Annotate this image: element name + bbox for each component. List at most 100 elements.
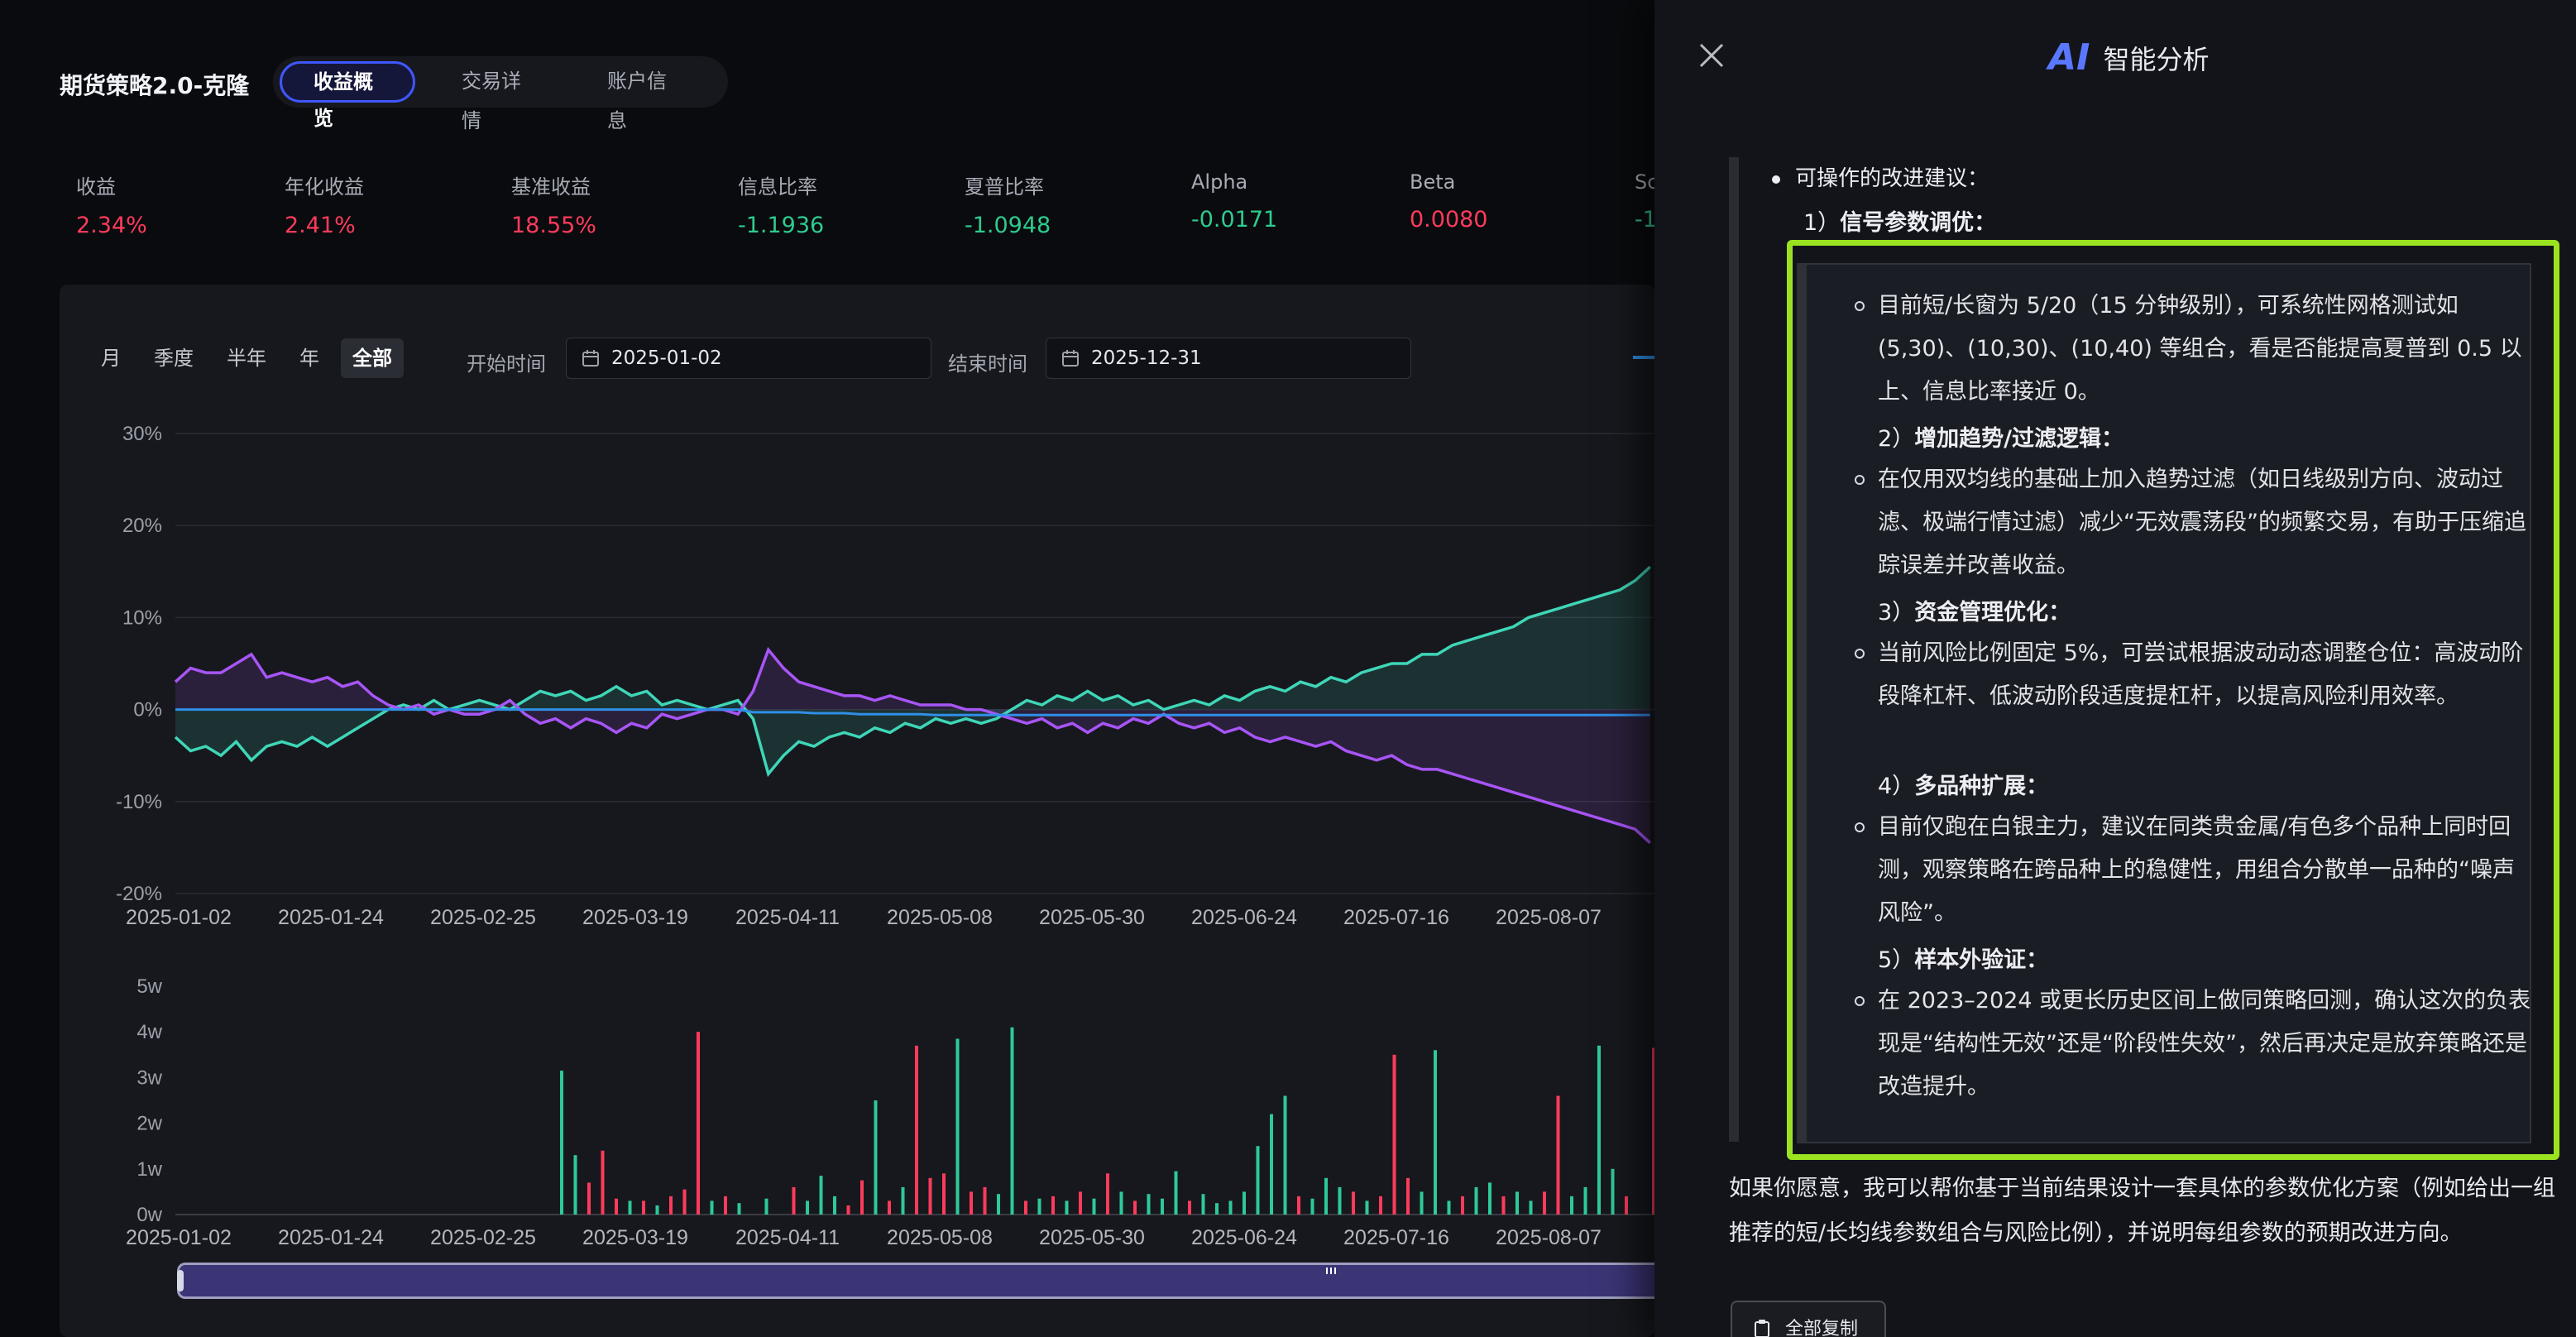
- volume-bar: [928, 1177, 932, 1215]
- improvement-bullet: 可操作的改进建议：: [1772, 161, 1989, 192]
- metric-beta: Beta 0.0080: [1410, 170, 1487, 232]
- period-quarter[interactable]: 季度: [154, 338, 194, 378]
- bullet-text: 可操作的改进建议：: [1795, 166, 1989, 191]
- volume-bar: [1488, 1182, 1491, 1215]
- data-zoom-slider[interactable]: [177, 1263, 1654, 1299]
- period-month[interactable]: 月: [101, 338, 121, 378]
- calendar-icon: [1062, 350, 1079, 367]
- volume-bar-chart: 5w 4w 3w 2w 1w 0w2025-01-02 2025-01-24 2025-02-…: [126, 975, 1654, 1249]
- x-tick-label: 2025-03-19: [582, 906, 688, 929]
- volume-bar: [983, 1186, 987, 1215]
- volume-bar: [1243, 1191, 1246, 1215]
- y-tick-label: 3w: [136, 1066, 162, 1089]
- metrics-row: 收益 2.34% 年化收益 2.41% 基准收益 18.55% 信息比率 -1.…: [76, 170, 1654, 245]
- heading-number: 1）: [1803, 210, 1841, 236]
- y-tick-label: 5w: [136, 975, 162, 998]
- volume-bar: [601, 1150, 605, 1215]
- volume-bar: [1188, 1200, 1191, 1215]
- volume-bar: [737, 1203, 741, 1215]
- suggestion-paragraph: 在 2023–2024 或更长历史区间上做同策略回测，确认这次的负表现是“结构性…: [1855, 980, 2531, 1109]
- volume-bar: [1256, 1146, 1260, 1215]
- period-all[interactable]: 全部: [341, 338, 404, 378]
- metric-value: -1.1936: [738, 213, 825, 238]
- heading-title: 增加趋势/过滤逻辑：: [1914, 426, 2124, 452]
- volume-bar: [1310, 1198, 1314, 1215]
- start-date-value: 2025-01-02: [611, 347, 722, 369]
- volume-bar: [724, 1196, 727, 1215]
- list-ring: [1855, 301, 1865, 311]
- volume-bar: [1174, 1171, 1178, 1215]
- volume-bar: [682, 1189, 687, 1215]
- volume-bar: [1447, 1200, 1451, 1215]
- period-year[interactable]: 年: [299, 338, 319, 378]
- tab-trades[interactable]: 交易详情: [430, 61, 561, 132]
- period-half-year[interactable]: 半年: [227, 338, 266, 378]
- grip-icon[interactable]: [1324, 1267, 1338, 1275]
- volume-bar: [888, 1200, 891, 1215]
- y-tick-label: 0%: [133, 699, 162, 721]
- volume-bar: [655, 1205, 659, 1215]
- zoom-handle-left[interactable]: [177, 1270, 184, 1291]
- volume-bar: [1215, 1203, 1219, 1215]
- ai-footer-text: 如果你愿意，我可以帮你基于当前结果设计一套具体的参数优化方案（例如给出一组推荐的…: [1729, 1176, 2555, 1246]
- volume-bar: [1597, 1045, 1601, 1215]
- x-tick-label: 2025-01-24: [278, 906, 384, 929]
- metric-value: -1: [1635, 207, 1654, 232]
- tab-overview[interactable]: 收益概览: [280, 61, 415, 130]
- heading-number: 4）: [1878, 774, 1915, 799]
- heading-title: 样本外验证：: [1914, 947, 2049, 973]
- volume-bar: [1037, 1198, 1041, 1215]
- x-tick-label: 2025-01-24: [278, 1226, 384, 1249]
- volume-bar: [1228, 1200, 1233, 1215]
- x-tick-label: 2025-01-02: [126, 906, 232, 929]
- metric-label: 夏普比率: [965, 175, 1044, 199]
- volume-bar: [806, 1200, 809, 1215]
- volume-bar: [1583, 1186, 1587, 1215]
- volume-bar: [1051, 1196, 1055, 1215]
- x-tick-label: 2025-05-08: [887, 906, 993, 929]
- top-bar: 期货策略2.0-克隆 收益概览 交易详情 账户信息: [0, 0, 1654, 165]
- copy-all-label: 全部复制: [1785, 1319, 1859, 1337]
- clipboard-icon: [1755, 1320, 1769, 1337]
- volume-bar: [1501, 1196, 1506, 1215]
- volume-bar: [628, 1200, 632, 1215]
- heading-title: 信号参数调优：: [1840, 210, 1997, 236]
- volume-bar: [1324, 1177, 1328, 1215]
- drawer-title: AI 智能分析: [2048, 36, 2209, 79]
- volume-bar: [1092, 1198, 1096, 1215]
- metric-label: 收益: [76, 175, 116, 199]
- suggestion-paragraph: 在仅用双均线的基础上加入趋势过滤（如日线级别方向、波动过滤、极端行情过滤）减少“…: [1855, 458, 2531, 587]
- volume-bar: [1297, 1196, 1300, 1215]
- heading-out-of-sample: 5）样本外验证：: [1878, 942, 2048, 974]
- copy-all-button[interactable]: 全部复制: [1731, 1301, 1886, 1337]
- metric-return: 收益 2.34%: [76, 170, 147, 238]
- heading-multi-instrument: 4）多品种扩展：: [1878, 768, 2048, 800]
- volume-bar: [1338, 1186, 1342, 1215]
- volume-bar: [942, 1173, 946, 1215]
- x-tick-label: 2025-03-19: [582, 1226, 688, 1249]
- volume-bar: [1611, 1168, 1615, 1215]
- end-date-value: 2025-12-31: [1091, 347, 1202, 369]
- heading-signal-tuning: 1）信号参数调优：: [1803, 204, 1996, 237]
- x-tick-label: 2025-02-25: [430, 906, 536, 929]
- period-selector: 月 季度 半年 年 全部: [101, 338, 437, 378]
- volume-bar: [710, 1200, 714, 1215]
- start-date-input[interactable]: 2025-01-02: [566, 338, 931, 379]
- end-date-input[interactable]: 2025-12-31: [1046, 338, 1411, 379]
- tab-account[interactable]: 账户信息: [576, 61, 706, 132]
- volume-bar: [1270, 1114, 1273, 1215]
- returns-line-chart[interactable]: 30% 20% 10% 0% -10% -20%2025-01-02 2025-01-24 2…: [60, 405, 1654, 935]
- y-tick-label: 0w: [136, 1204, 162, 1226]
- y-tick-label: 30%: [122, 423, 162, 445]
- x-tick-label: 2025-05-30: [1039, 1226, 1145, 1249]
- close-icon[interactable]: [1697, 41, 1726, 69]
- heading-trend-filter: 2）增加趋势/过滤逻辑：: [1878, 420, 2124, 453]
- paragraph-text: 目前短/长窗为 5/20（15 分钟级别），可系统性网格测试如 (5,30)、(…: [1878, 293, 2522, 405]
- metric-alpha: Alpha -0.0171: [1191, 170, 1277, 232]
- x-tick-label: 2025-07-16: [1343, 906, 1449, 929]
- metric-value: 2.34%: [76, 213, 147, 238]
- volume-bar: [915, 1045, 918, 1215]
- y-tick-label: -20%: [116, 883, 162, 905]
- x-tick-label: 2025-04-11: [735, 906, 840, 929]
- volume-bar: [955, 1038, 960, 1215]
